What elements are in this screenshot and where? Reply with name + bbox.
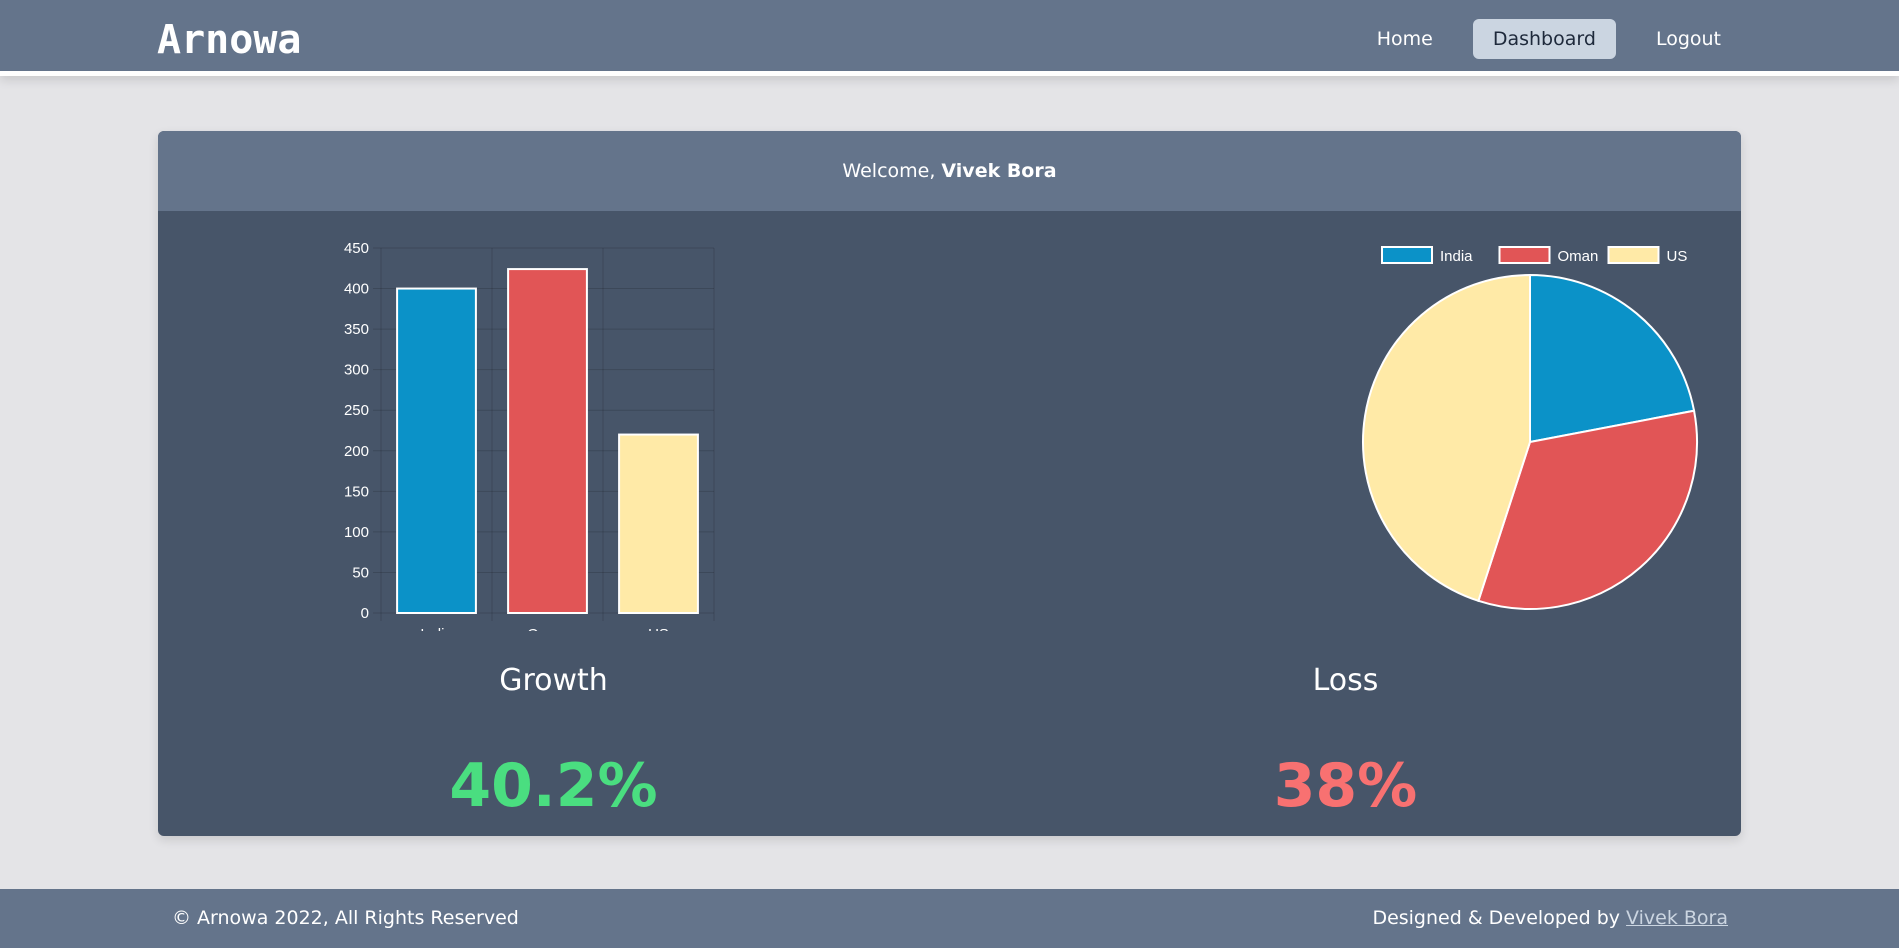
legend-swatch-oman xyxy=(1498,246,1551,264)
footer-credit-prefix: Designed & Developed by xyxy=(1372,907,1620,929)
loss-label: Loss xyxy=(1312,663,1379,698)
y-tick-label: 0 xyxy=(361,605,369,622)
y-tick-label: 450 xyxy=(344,240,369,257)
legend-swatch-india xyxy=(1381,246,1433,264)
legend-label: US xyxy=(1667,248,1688,265)
footer: © Arnowa 2022, All Rights Reserved Desig… xyxy=(0,889,1899,948)
navbar: Arnowa Home Dashboard Logout xyxy=(0,0,1899,76)
bar-chart: 0 50 100 150 200 250 300 350 400 450 India Oman US xyxy=(344,240,715,631)
legend-swatch-us xyxy=(1607,246,1660,264)
legend-label: India xyxy=(1440,248,1473,265)
pie-chart: India Oman US xyxy=(1362,246,1698,610)
growth-value: 40.2% xyxy=(449,751,658,821)
footer-credit-link[interactable]: Vivek Bora xyxy=(1626,907,1728,929)
loss-value: 38% xyxy=(1273,751,1418,821)
y-tick-label: 250 xyxy=(344,402,369,419)
bar-oman xyxy=(507,268,588,614)
nav-dashboard[interactable]: Dashboard xyxy=(1472,19,1616,59)
growth-panel: 0 50 100 150 200 250 300 350 400 450 India Oman US G… xyxy=(158,211,949,836)
nav-home[interactable]: Home xyxy=(1357,19,1453,59)
nav-logout[interactable]: Logout xyxy=(1636,19,1741,59)
x-tick-label: India xyxy=(420,626,453,631)
footer-credit: Designed & Developed by Vivek Bora xyxy=(1372,907,1728,929)
loss-panel: India Oman US Loss 38% xyxy=(950,211,1741,836)
x-tick-label: Oman xyxy=(527,626,568,631)
nav-menu: Home Dashboard Logout xyxy=(1357,19,1741,59)
welcome-header: Welcome, Vivek Bora xyxy=(158,131,1741,211)
y-tick-label: 350 xyxy=(344,321,369,338)
bar-us xyxy=(618,433,699,614)
welcome-user-name: Vivek Bora xyxy=(941,160,1057,182)
y-tick-label: 100 xyxy=(344,524,369,541)
footer-copyright: © Arnowa 2022, All Rights Reserved xyxy=(172,907,519,929)
y-tick-label: 200 xyxy=(344,443,369,460)
brand-logo[interactable]: Arnowa xyxy=(157,16,302,64)
y-tick-label: 150 xyxy=(344,483,369,500)
y-tick-label: 400 xyxy=(344,281,369,298)
y-tick-label: 300 xyxy=(344,362,369,379)
growth-label: Growth xyxy=(499,663,608,698)
y-tick-label: 50 xyxy=(352,564,369,581)
dashboard-card: Welcome, Vivek Bora 0 50 100 150 200 250 300 35… xyxy=(158,131,1741,836)
welcome-prefix: Welcome, xyxy=(842,160,936,182)
bar-india xyxy=(396,287,477,615)
legend-label: Oman xyxy=(1558,248,1599,265)
x-tick-label: US xyxy=(648,626,669,631)
